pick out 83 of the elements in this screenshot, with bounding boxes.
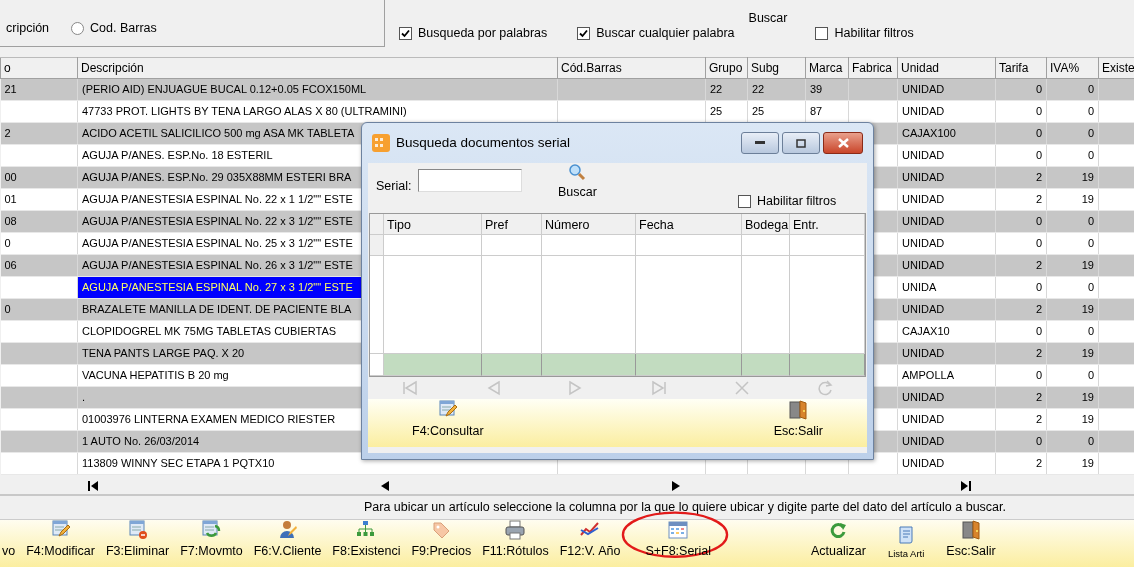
toolbar-button[interactable]: F11:Rótulos: [478, 520, 553, 561]
form-minus-icon: [127, 520, 148, 541]
column-header[interactable]: Bodega: [742, 214, 790, 235]
calendar-icon: [668, 520, 689, 541]
toolbar-button[interactable]: Esc:Salir: [942, 520, 1000, 561]
status-message: Para ubicar un artículo seleccione la columna por la que lo quiere ubicar y digite parte del dato del artículo a buscar.: [363, 499, 1006, 517]
column-header[interactable]: Tipo: [384, 214, 482, 235]
toolbar-button[interactable]: vo: [0, 542, 20, 561]
table-cell: 01: [0, 188, 78, 211]
next-record-icon[interactable]: [671, 481, 681, 491]
toolbar-button[interactable]: Actualizar: [807, 520, 870, 561]
person-pencil-icon: [277, 520, 298, 541]
previous-record-icon[interactable]: [380, 481, 390, 491]
minimize-icon: [755, 141, 765, 145]
toolbar-button[interactable]: F6:V.Cliente: [249, 520, 326, 561]
first-record-icon[interactable]: [88, 481, 98, 491]
table-cell[interactable]: 113809 WINNY SEC ETAPA 1 PQTX10: [78, 453, 557, 474]
column-header[interactable]: Existe: [1098, 57, 1134, 79]
column-header[interactable]: IVA%: [1046, 57, 1099, 79]
grid-cell[interactable]: [482, 235, 542, 256]
printer-icon: [505, 520, 526, 541]
column-header[interactable]: o: [0, 57, 78, 79]
table-cell: 0: [0, 232, 78, 255]
close-button[interactable]: [823, 132, 863, 154]
toolbar-button[interactable]: F3:Eliminar: [102, 520, 174, 561]
checkbox-label: Busqueda por palabras: [418, 25, 548, 43]
column-header[interactable]: Número: [542, 214, 636, 235]
grid-cell[interactable]: [384, 235, 482, 256]
tag-icon: [431, 520, 452, 541]
door-icon: [788, 400, 809, 421]
search-icon: [568, 163, 587, 181]
column-header[interactable]: Pref: [482, 214, 542, 235]
checkbox-label: Habilitar filtros: [834, 25, 914, 43]
column-header[interactable]: Entr.: [790, 214, 865, 235]
toolbar-button[interactable]: F4:Modificar: [22, 520, 99, 561]
toolbar-button[interactable]: F8:Existenci: [328, 520, 405, 561]
table-cell: 21: [0, 78, 78, 101]
checkbox[interactable]: [577, 27, 591, 41]
column-header[interactable]: Tarifa: [995, 57, 1047, 79]
checkbox[interactable]: [738, 194, 751, 208]
door-icon: [961, 520, 981, 541]
maximize-icon: [796, 138, 806, 148]
toolbar-button[interactable]: F9:Precios: [407, 520, 476, 561]
column-header[interactable]: Cód.Barras: [557, 57, 706, 79]
column-header[interactable]: Descripción: [77, 57, 558, 79]
table-cell: 00: [0, 166, 78, 189]
checkbox[interactable]: [815, 27, 829, 41]
grid-cell[interactable]: [542, 235, 636, 256]
column-header[interactable]: Unidad: [897, 57, 996, 79]
grid-cell[interactable]: [636, 235, 742, 256]
grid-cell[interactable]: [742, 235, 790, 256]
radio-label: cripción: [6, 20, 50, 38]
checkbox-label: Habilitar filtros: [757, 193, 837, 210]
app-icon: [372, 134, 390, 152]
table-cell: 2: [0, 122, 78, 145]
minimize-button[interactable]: [741, 132, 779, 154]
toolbar-button[interactable]: F12:V. Año: [555, 520, 625, 561]
serial-field[interactable]: [418, 169, 522, 192]
checkbox[interactable]: [399, 27, 412, 41]
table-cell[interactable]: 47733 PROT. LIGHTS BY TENA LARGO ALAS X 80 (ULTRAMINI): [78, 101, 557, 122]
last-record-icon[interactable]: [961, 481, 971, 491]
radio-button[interactable]: [71, 22, 85, 36]
column-header[interactable]: Fabrica: [848, 57, 898, 79]
column-header[interactable]: Subg: [747, 57, 806, 79]
table-cell: 08: [0, 210, 78, 233]
checkbox-label: Buscar cualquier palabra: [596, 25, 735, 43]
search-button[interactable]: Buscar: [748, 9, 788, 28]
toolbar-button[interactable]: S+F8:Serial: [641, 520, 716, 561]
search-button[interactable]: Buscar: [554, 163, 601, 202]
toolbar-button[interactable]: F7:Movmto: [176, 520, 247, 561]
footer-button[interactable]: Esc:Salir: [769, 400, 827, 447]
maximize-button[interactable]: [782, 132, 820, 154]
table-cell: 06: [0, 254, 78, 277]
grid-cell[interactable]: [790, 235, 865, 256]
refresh-icon: [828, 520, 849, 541]
table-cell[interactable]: (PERIO AID) ENJUAGUE BUCAL 0.12+0.05 FCOX150ML: [78, 79, 557, 100]
radio-label: Cod. Barras: [90, 20, 157, 38]
close-icon: [837, 138, 849, 148]
column-header[interactable]: Grupo: [705, 57, 748, 79]
column-header[interactable]: Fecha: [636, 214, 742, 235]
column-header[interactable]: Marca: [805, 57, 849, 79]
toolbar-button[interactable]: Lista Arti: [883, 524, 929, 561]
table-cell: 0: [0, 298, 78, 321]
